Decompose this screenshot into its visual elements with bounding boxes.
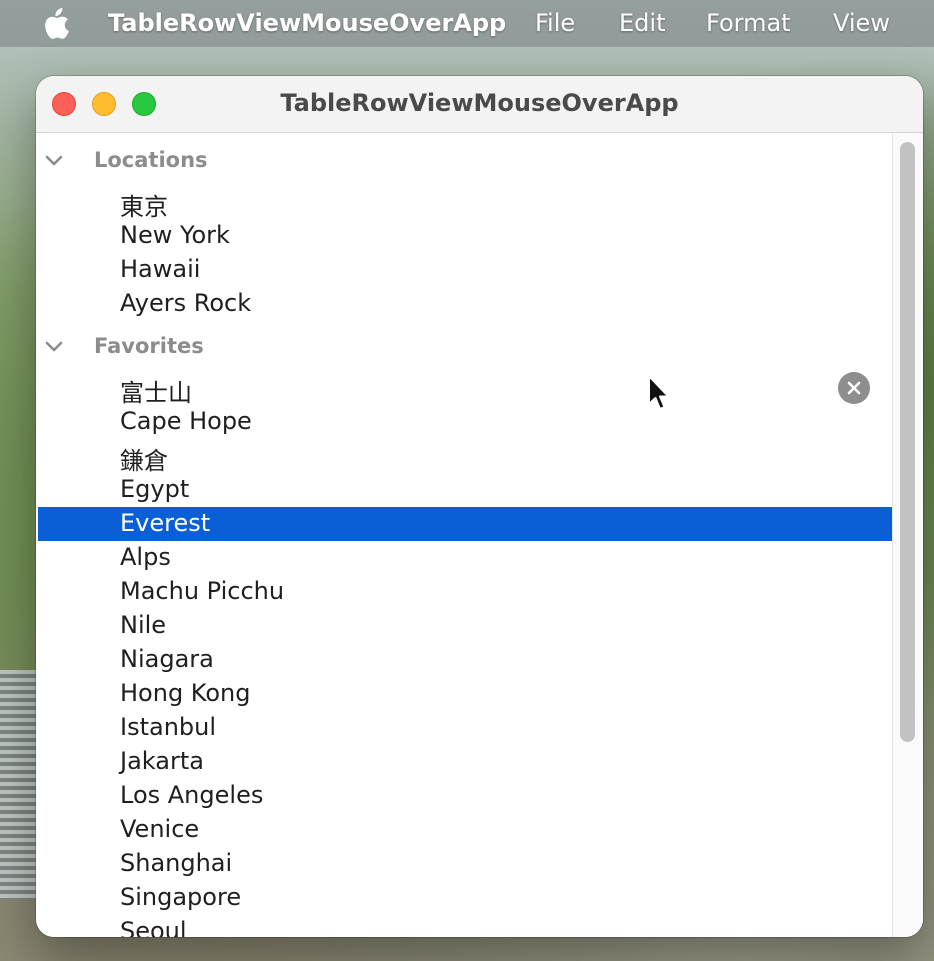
list-item[interactable]: Singapore [38, 881, 892, 915]
background-fence [0, 670, 40, 900]
list-item-label: Istanbul [120, 713, 217, 741]
list-item-label: Venice [120, 815, 200, 843]
mouse-pointer-icon [648, 375, 670, 410]
list-item[interactable]: Los Angeles [38, 779, 892, 813]
list-item[interactable]: Venice [38, 813, 892, 847]
window-title: TableRowViewMouseOverApp [280, 89, 679, 117]
list-item[interactable]: 鎌倉 [38, 439, 892, 475]
list-item-label: 富士山 [120, 379, 192, 407]
menu-edit[interactable]: Edit [619, 9, 665, 37]
list-item[interactable]: Cape Hope [38, 405, 892, 439]
list-item[interactable]: Hawaii [38, 253, 892, 287]
list-item-label: Machu Picchu [120, 577, 285, 605]
list-item[interactable]: Machu Picchu [38, 575, 892, 609]
list-item[interactable]: Nile [38, 609, 892, 643]
list-item-label: Nile [120, 611, 167, 639]
list-item-label: Hong Kong [120, 679, 251, 707]
chevron-down-icon[interactable] [44, 339, 64, 355]
list-item-label: 東京 [120, 193, 168, 221]
remove-row-button[interactable] [838, 372, 870, 404]
menu-format[interactable]: Format [706, 9, 791, 37]
list-item-label: Everest [120, 509, 211, 537]
apple-logo-icon[interactable] [40, 8, 70, 40]
scrollbar-thumb[interactable] [900, 142, 915, 742]
list-item-label: Singapore [120, 883, 242, 911]
list-item-label: Shanghai [120, 849, 233, 877]
list-item-label: New York [120, 221, 230, 249]
menu-app-name[interactable]: TableRowViewMouseOverApp [108, 9, 506, 37]
list-item-label: Los Angeles [120, 781, 264, 809]
group-header-locations[interactable]: Locations [36, 144, 892, 178]
list-item[interactable]: Shanghai [38, 847, 892, 881]
list-item[interactable]: Egypt [38, 473, 892, 507]
group-header-favorites[interactable]: Favorites [36, 330, 892, 364]
list-item-label: Alps [120, 543, 171, 571]
list-item-label: 鎌倉 [120, 447, 168, 475]
list-item[interactable]: Hong Kong [38, 677, 892, 711]
list-item[interactable]: 東京 [38, 185, 892, 221]
list-item[interactable]: Seoul [38, 915, 892, 937]
list-item-label: Egypt [120, 475, 190, 503]
list-item[interactable]: Ayers Rock [38, 287, 892, 321]
list-item-label: Niagara [120, 645, 214, 673]
outline-view: Locations 東京 New York Hawaii Ayers Rock … [36, 133, 923, 937]
list-item-label: Jakarta [120, 747, 204, 775]
app-window: TableRowViewMouseOverApp Locations 東京 Ne… [36, 76, 923, 937]
list-item[interactable]: Niagara [38, 643, 892, 677]
list-item[interactable]: New York [38, 219, 892, 253]
list-item-label: Ayers Rock [120, 289, 252, 317]
list-item-hovered[interactable]: 富士山 [38, 371, 892, 407]
menu-file[interactable]: File [535, 9, 575, 37]
title-bar[interactable]: TableRowViewMouseOverApp [36, 76, 923, 133]
group-label: Locations [94, 148, 208, 172]
menu-view[interactable]: View [833, 9, 890, 37]
list-item[interactable]: Alps [38, 541, 892, 575]
list-item-label: Cape Hope [120, 407, 252, 435]
list-item[interactable]: Istanbul [38, 711, 892, 745]
group-label: Favorites [94, 334, 204, 358]
list-item-label: Hawaii [120, 255, 201, 283]
chevron-down-icon[interactable] [44, 153, 64, 169]
close-icon [847, 381, 861, 395]
menu-bar: TableRowViewMouseOverApp File Edit Forma… [0, 0, 934, 47]
list-item-label: Seoul [120, 917, 187, 937]
list-item-selected[interactable]: Everest [38, 507, 892, 541]
list-item[interactable]: Jakarta [38, 745, 892, 779]
